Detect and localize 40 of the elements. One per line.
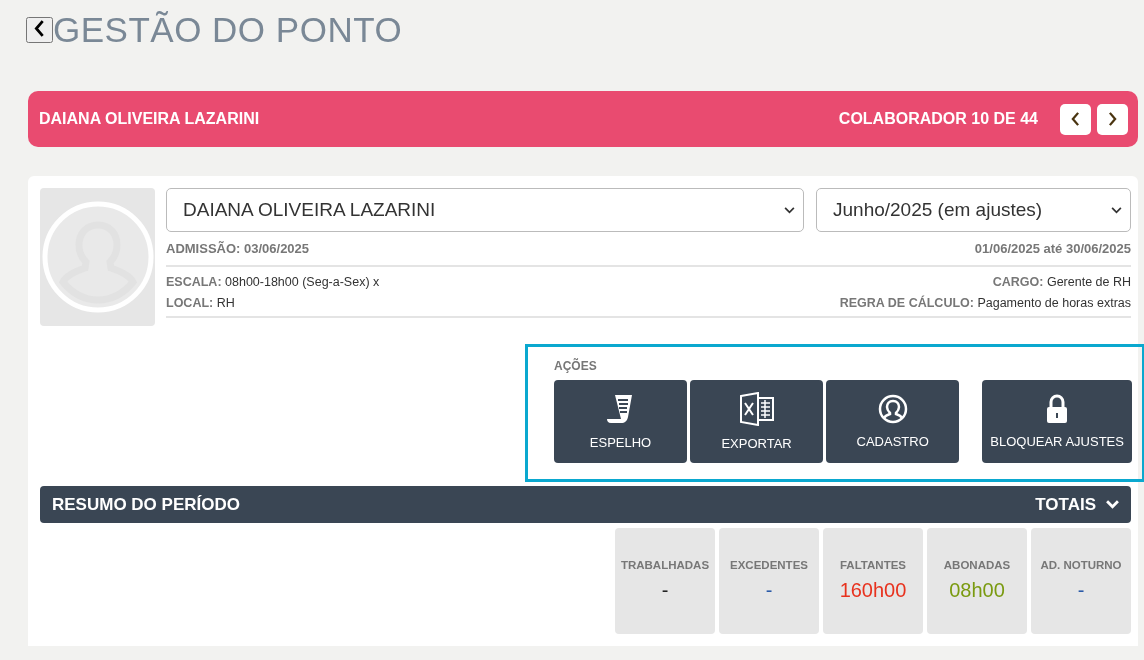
back-button[interactable] xyxy=(26,17,53,43)
total-value: 160h00 xyxy=(839,579,907,602)
detail-text: CARGO: Gerente de RH xyxy=(992,275,1131,289)
dropdown-chevron-icon xyxy=(1111,206,1122,214)
employee-name: DAIANA OLIVEIRA LAZARINI xyxy=(39,110,260,128)
total-label: EXCEDENTES xyxy=(730,559,808,571)
page-title: GESTÃO DO PONTO xyxy=(53,10,403,50)
total-value: - xyxy=(661,579,669,602)
total-label: TRABALHADAS xyxy=(620,559,710,571)
action-button[interactable]: CADASTRO xyxy=(826,380,960,463)
total-value: - xyxy=(765,579,773,602)
total-value: 08h00 xyxy=(949,579,1005,602)
chevron-right-icon xyxy=(1108,112,1117,126)
chevron-icon xyxy=(1106,500,1119,509)
next-button[interactable] xyxy=(1097,103,1128,135)
employee-select[interactable]: DAIANA OLIVEIRA LAZARINI xyxy=(166,188,804,232)
employee-counter: COLABORADOR 10 DE 44 xyxy=(838,110,1038,128)
period-select[interactable]: Junho/2025 (em ajustes) xyxy=(816,188,1131,232)
detail-text: LOCAL: RH xyxy=(166,296,236,310)
previous-button[interactable] xyxy=(1060,103,1091,135)
total-value: - xyxy=(1077,579,1085,602)
total-label: ABONADAS xyxy=(943,559,1011,571)
user-circle-icon xyxy=(877,394,908,424)
padlock-icon xyxy=(1045,394,1070,424)
action-button[interactable]: EXPORTAR xyxy=(690,380,824,463)
detail-text: ESCALA: 08h00-18h00 (Seg-a-Sex) x xyxy=(166,275,380,289)
total-label: FALTANTES xyxy=(840,559,906,571)
chevron-left-icon xyxy=(1071,112,1080,126)
admission-date: ADMISSÃO: 03/06/2025 xyxy=(166,241,310,256)
totals-toggle[interactable]: TOTAIS xyxy=(1035,494,1119,515)
detail-text: REGRA DE CÁLCULO: Pagamento de horas extras xyxy=(839,296,1131,310)
action-button[interactable]: BLOQUEAR AJUSTES xyxy=(982,380,1132,463)
actions-title: AÇÕES xyxy=(554,359,598,373)
dropdown-chevron-icon xyxy=(784,206,795,214)
total-label: AD. NOTURNO xyxy=(1040,559,1122,571)
action-button[interactable]: ESPELHO xyxy=(554,380,688,463)
summary-title: RESUMO DO PERÍODO xyxy=(52,494,240,515)
chevron-left-icon xyxy=(34,20,45,37)
spreadsheet-icon xyxy=(738,392,775,426)
period-range: 01/06/2025 até 30/06/2025 xyxy=(974,241,1131,256)
